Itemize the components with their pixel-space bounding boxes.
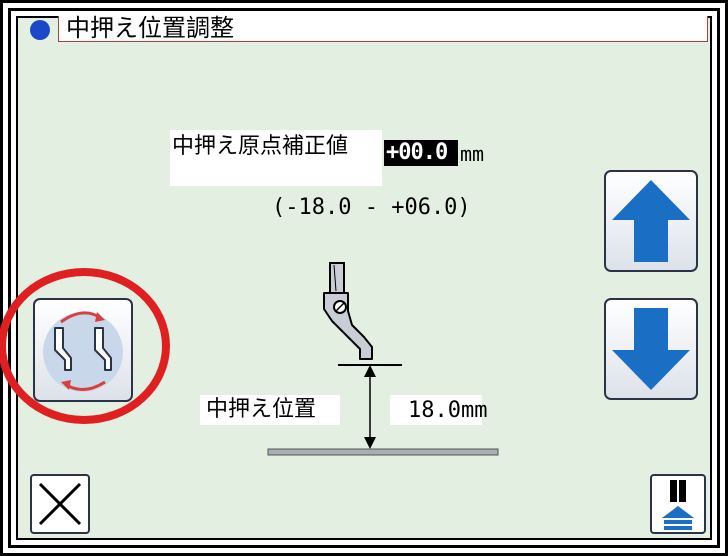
position-value: 18.0mm [408,398,488,423]
presser-foot-icon [323,262,373,360]
increase-button[interactable] [604,170,698,272]
decrease-button[interactable] [604,298,698,400]
correction-range: (-18.0 - +06.0) [272,195,471,220]
circle-icon [30,20,50,40]
arrow-down-icon [612,308,690,390]
presser-foot-diagram [267,262,499,456]
close-button[interactable] [30,474,90,534]
correction-label: 中押え原点補正値 [172,134,349,159]
position-label: 中押え位置 [206,397,317,422]
thread-menu-button[interactable] [650,474,706,534]
correction-value[interactable]: +00.0 [386,139,458,167]
highlight-ring [0,268,170,424]
thread-spool-up-icon [662,480,694,530]
page-title: 中押え位置調整 [66,14,234,42]
correction-unit: mm [460,142,485,166]
close-icon [38,482,82,526]
arrow-up-icon [612,180,690,262]
